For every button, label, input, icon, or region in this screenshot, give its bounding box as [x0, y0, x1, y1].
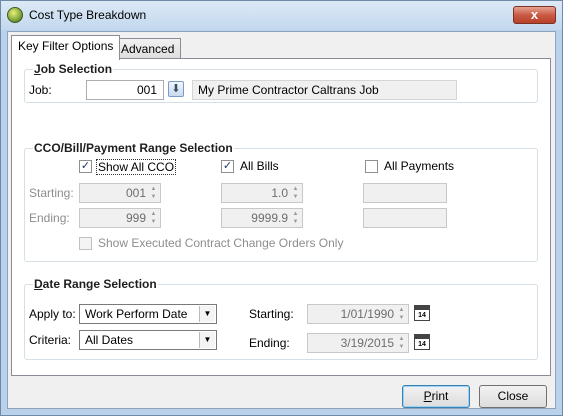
bill-end-value: 9999.9	[251, 211, 288, 225]
show-all-cco-label[interactable]: Show All CCO	[96, 159, 177, 175]
bill-end-spinner[interactable]: ▲ ▼	[290, 210, 301, 226]
job-selection-title: Job Selection	[33, 62, 114, 76]
show-executed-label[interactable]: Show Executed Contract Change Orders Onl…	[98, 236, 343, 250]
criteria-select[interactable]: All Dates ▼	[79, 330, 217, 350]
window-close-button[interactable]: x	[513, 6, 556, 24]
show-all-cco-checkbox[interactable]: ✓	[79, 160, 92, 173]
range-ending-label: Ending:	[29, 211, 70, 225]
end-date-input[interactable]: 3/19/2015 ▲ ▼	[307, 333, 409, 353]
start-date-spinner[interactable]: ▲ ▼	[396, 306, 407, 322]
end-date-value: 3/19/2015	[340, 336, 394, 350]
cco-end-input[interactable]: 999 ▲ ▼	[79, 208, 161, 228]
job-description: My Prime Contractor Caltrans Job	[192, 80, 457, 100]
chevron-down-icon[interactable]: ▼	[199, 332, 215, 348]
criteria-value: All Dates	[85, 333, 134, 347]
app-icon	[7, 7, 23, 23]
bill-end-input[interactable]: 9999.9 ▲ ▼	[221, 208, 303, 228]
date-starting-label: Starting:	[249, 307, 294, 321]
print-button[interactable]: Print	[402, 385, 470, 408]
bill-start-spinner[interactable]: ▲ ▼	[290, 185, 301, 201]
cco-start-value: 001	[125, 186, 146, 200]
all-bills-label[interactable]: All Bills	[240, 159, 279, 173]
all-bills-checkbox[interactable]: ✓	[221, 160, 234, 173]
start-calendar-icon[interactable]: 14	[414, 305, 430, 321]
close-button[interactable]: Close	[479, 385, 547, 408]
start-date-input[interactable]: 1/01/1990 ▲ ▼	[307, 304, 409, 324]
cco-end-value: 999	[125, 211, 146, 225]
start-date-value: 1/01/1990	[340, 307, 394, 321]
job-input[interactable]: 001	[86, 80, 164, 100]
apply-to-label: Apply to:	[29, 307, 76, 321]
tab-panel: Job Selection Job: 001 ⬇ My Prime Contra…	[11, 58, 551, 376]
bill-start-input[interactable]: 1.0 ▲ ▼	[221, 183, 303, 203]
criteria-label: Criteria:	[29, 333, 72, 347]
bill-start-value: 1.0	[271, 186, 288, 200]
dialog-window: Cost Type Breakdown x Key Filter Options…	[0, 0, 563, 416]
apply-to-select[interactable]: Work Perform Date ▼	[79, 304, 217, 324]
range-selection-title: CCO/Bill/Payment Range Selection	[33, 141, 234, 155]
date-ending-label: Ending:	[249, 336, 290, 350]
payment-start-input[interactable]	[363, 183, 447, 203]
dialog-client: Key Filter Options Advanced Job Selectio…	[7, 31, 556, 409]
tab-key-filter-options[interactable]: Key Filter Options	[11, 35, 121, 60]
cco-end-spinner[interactable]: ▲ ▼	[148, 210, 159, 226]
tab-advanced[interactable]: Advanced	[114, 38, 182, 60]
show-executed-checkbox[interactable]	[79, 237, 92, 250]
title-bar[interactable]: Cost Type Breakdown x	[1, 1, 562, 30]
chevron-down-icon[interactable]: ▼	[199, 306, 215, 322]
cco-start-spinner[interactable]: ▲ ▼	[148, 185, 159, 201]
range-starting-label: Starting:	[29, 186, 74, 200]
date-range-title: Date Range Selection	[33, 277, 158, 291]
job-label: Job:	[29, 83, 52, 97]
arrow-down-icon: ⬇	[171, 83, 181, 95]
window-title: Cost Type Breakdown	[29, 8, 147, 22]
apply-to-value: Work Perform Date	[85, 307, 188, 321]
cco-start-input[interactable]: 001 ▲ ▼	[79, 183, 161, 203]
end-calendar-icon[interactable]: 14	[414, 334, 430, 350]
job-lookup-button[interactable]: ⬇	[168, 81, 184, 97]
end-date-spinner[interactable]: ▲ ▼	[396, 335, 407, 351]
all-payments-checkbox[interactable]	[365, 160, 378, 173]
payment-end-input[interactable]	[363, 208, 447, 228]
all-payments-label[interactable]: All Payments	[384, 159, 454, 173]
